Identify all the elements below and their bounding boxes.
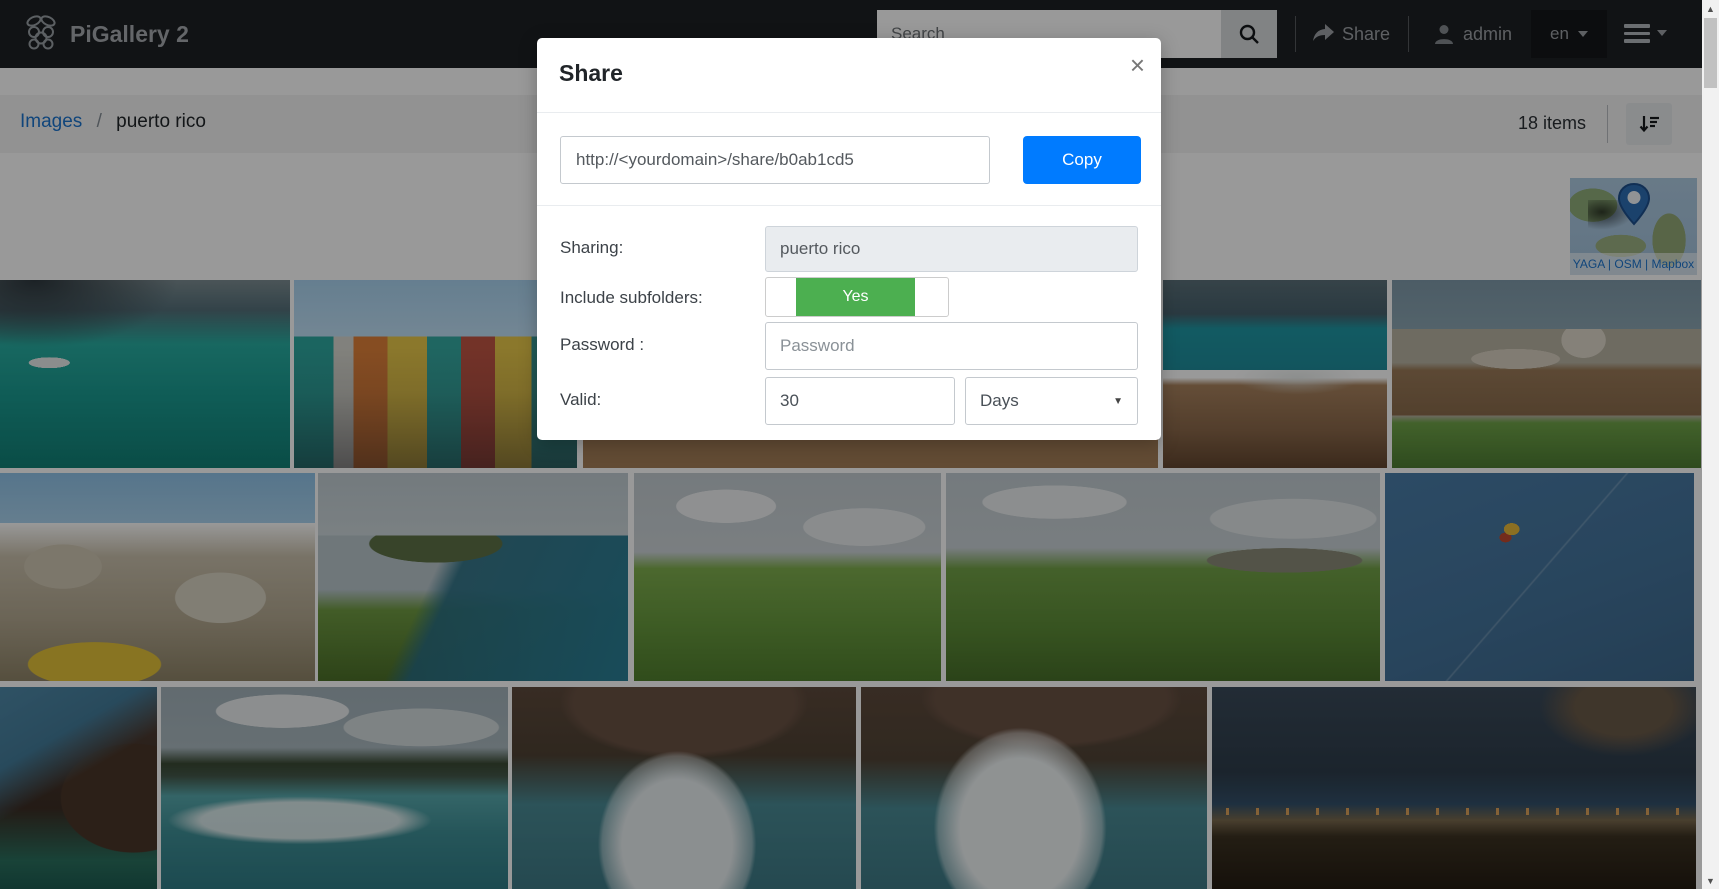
vertical-scrollbar[interactable]: ▲ ▼: [1702, 0, 1719, 889]
scrollbar-thumb[interactable]: [1704, 18, 1717, 88]
copy-button[interactable]: Copy: [1023, 136, 1141, 184]
password-input[interactable]: [765, 322, 1138, 370]
dialog-header-divider: [537, 112, 1161, 113]
close-icon[interactable]: ×: [1130, 52, 1145, 78]
share-dialog: Share × Copy Sharing: Include subfolders…: [537, 38, 1161, 440]
valid-amount-input[interactable]: [765, 377, 955, 425]
valid-label: Valid:: [560, 390, 601, 410]
dialog-title: Share: [559, 60, 623, 87]
valid-unit-value: Days: [980, 391, 1019, 411]
sharing-name-input: [765, 226, 1138, 272]
chevron-down-icon: ▼: [1113, 396, 1123, 407]
dialog-body-divider: [537, 205, 1161, 206]
sharing-label: Sharing:: [560, 238, 623, 258]
share-url-input[interactable]: [560, 136, 990, 184]
scroll-down-icon[interactable]: ▼: [1702, 872, 1719, 889]
toggle-on-label: Yes: [796, 278, 915, 316]
scroll-up-icon[interactable]: ▲: [1702, 0, 1719, 17]
include-subfolders-label: Include subfolders:: [560, 288, 703, 308]
password-label: Password :: [560, 335, 644, 355]
valid-unit-select[interactable]: Days ▼: [965, 377, 1138, 425]
include-subfolders-toggle[interactable]: Yes: [765, 277, 949, 317]
